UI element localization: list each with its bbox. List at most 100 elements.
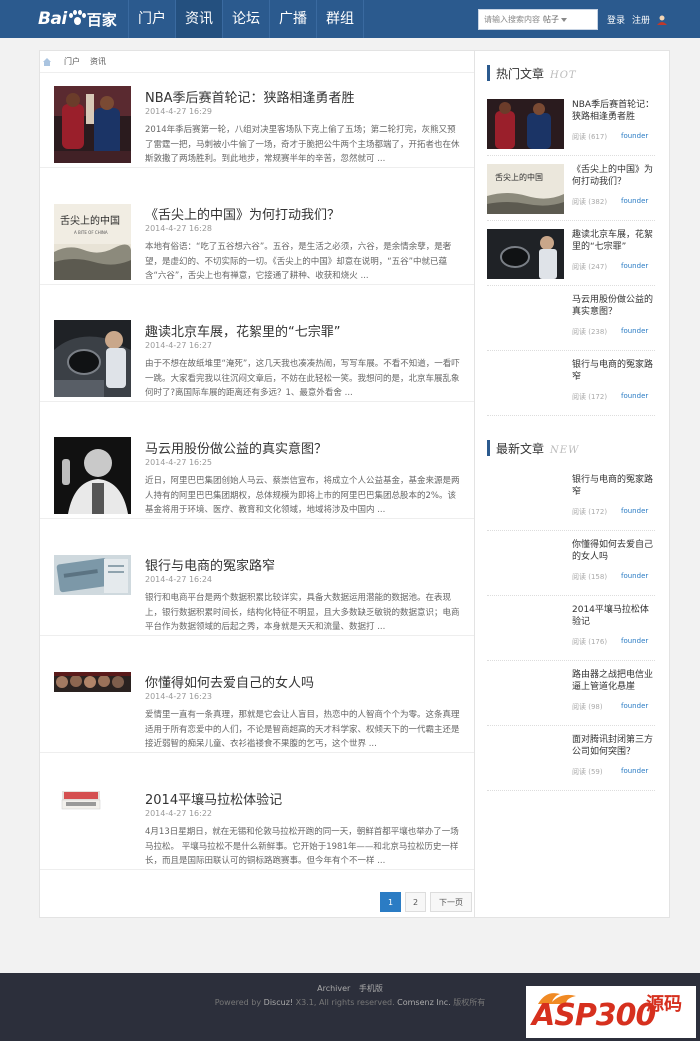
article-title[interactable]: 马云用股份做公益的真实意图？ [145, 438, 327, 457]
hot-article-title[interactable]: 银行与电商的冤家路窄 [572, 359, 656, 383]
rights-text: , All rights reserved. [313, 998, 395, 1007]
new-article-views: 阅读 (59) [572, 768, 603, 776]
new-article-title[interactable]: 银行与电商的冤家路窄 [572, 474, 656, 498]
new-article-author[interactable]: founder [621, 767, 648, 775]
article-thumbnail-nba[interactable] [54, 86, 131, 163]
user-icon[interactable] [657, 15, 668, 25]
hot-thumbnail-bite-of-china: 舌尖上的中国 [487, 164, 564, 214]
article-summary: 2014年季后赛第一轮，八组对决里客场队下克上偷了五场；第二轮打完，灰熊又预了雷… [145, 125, 460, 164]
article-summary: 由于不想在故纸堆里“淹死”，这几天我也凑凑热闹，写写车展。不看不知道，一看吓一跳… [145, 359, 460, 398]
new-articles-heading: 最新文章 NEW [487, 440, 579, 456]
next-page-button[interactable]: 下一页 [430, 892, 472, 912]
new-article-item[interactable]: 你懂得如何去爱自己的女人吗 阅读 (158) founder [487, 531, 655, 596]
main-nav: 门户 资讯 论坛 广播 群组 [128, 0, 364, 38]
search-input[interactable]: 请输入搜索内容 [479, 14, 543, 25]
new-article-views: 阅读 (172) [572, 508, 608, 516]
new-article-item[interactable]: 2014平壤马拉松体验记 阅读 (176) founder [487, 596, 655, 661]
new-article-views: 阅读 (176) [572, 638, 608, 646]
hot-article-author[interactable]: founder [621, 197, 648, 205]
logo-text-baijia: 百家 [86, 10, 117, 29]
hot-heading-cn: 热门文章 [496, 67, 545, 81]
article-title[interactable]: 你懂得如何去爱自己的女人吗 [145, 672, 314, 691]
new-article-author[interactable]: founder [621, 702, 648, 710]
archiver-link[interactable]: Archiver [317, 984, 350, 993]
hot-thumbnail-nba [487, 99, 564, 149]
hot-article-views: 阅读 (617) [572, 133, 608, 141]
hot-article-title[interactable]: 趣读北京车展，花絮里的“七宗罪” [572, 229, 656, 253]
new-article-views: 阅读 (158) [572, 573, 608, 581]
hot-article-item[interactable]: 趣读北京车展，花絮里的“七宗罪” 阅读 (247) founder [487, 221, 655, 286]
logo-text-bai: Bai [38, 9, 67, 29]
article-item: NBA季后赛首轮记：狭路相逢勇者胜 2014-4-27 16:29 2014年季… [40, 51, 474, 168]
article-title[interactable]: 2014平壤马拉松体验记 [145, 789, 282, 808]
new-heading-en: NEW [550, 445, 580, 456]
hot-article-item[interactable]: 银行与电商的冤家路窄 阅读 (172) founder [487, 351, 655, 416]
search-box: 请输入搜索内容 帖子 [478, 9, 598, 30]
mobile-link[interactable]: 手机版 [359, 984, 383, 993]
new-article-author[interactable]: founder [621, 637, 648, 645]
article-thumbnail-bank-card[interactable] [54, 555, 131, 595]
nav-item-news[interactable]: 资讯 [175, 0, 222, 38]
nav-item-forum[interactable]: 论坛 [222, 0, 269, 38]
new-article-title[interactable]: 路由器之战把电信业逼上管道化悬崖 [572, 669, 656, 693]
site-logo[interactable]: Bai 百家 [38, 8, 117, 30]
article-title[interactable]: 《舌尖上的中国》为何打动我们？ [145, 204, 340, 223]
hot-article-title[interactable]: 《舌尖上的中国》为何打动我们？ [572, 164, 656, 188]
article-title[interactable]: NBA季后赛首轮记：狭路相逢勇者胜 [145, 87, 355, 106]
pagination: 1 2 下一页 [380, 892, 472, 912]
hot-article-item[interactable]: 舌尖上的中国 《舌尖上的中国》为何打动我们？ 阅读 (382) founder [487, 156, 655, 221]
new-heading-cn: 最新文章 [496, 442, 545, 456]
article-thumbnail-jack-ma[interactable] [54, 437, 131, 514]
article-summary: 本地有俗语：“吃了五谷想六谷”。五谷，是生活之必须，六谷，是余情余孽，是奢望，是… [145, 242, 452, 281]
hot-article-author[interactable]: founder [621, 262, 648, 270]
hot-article-author[interactable]: founder [621, 327, 648, 335]
new-article-title[interactable]: 你懂得如何去爱自己的女人吗 [572, 539, 656, 563]
article-thumbnail-marathon-bib[interactable] [54, 789, 131, 813]
login-link[interactable]: 登录 [607, 13, 625, 26]
page-2-button[interactable]: 2 [405, 892, 426, 912]
hot-article-item[interactable]: NBA季后赛首轮记：狭路相逢勇者胜 阅读 (617) founder [487, 91, 655, 156]
article-item: 你懂得如何去爱自己的女人吗 2014-4-27 16:23 爱情里一直有一条真理… [40, 636, 474, 753]
nav-item-portal[interactable]: 门户 [128, 0, 175, 38]
hot-articles-heading: 热门文章 HOT [487, 65, 577, 81]
hot-article-author[interactable]: founder [621, 392, 648, 400]
new-article-item[interactable]: 路由器之战把电信业逼上管道化悬崖 阅读 (98) founder [487, 661, 655, 726]
powered-prefix: Powered by [214, 998, 262, 1007]
new-article-title[interactable]: 2014平壤马拉松体验记 [572, 604, 656, 628]
comsenz-link[interactable]: Comsenz Inc. [397, 998, 451, 1007]
article-thumbnail-auto-show[interactable] [54, 320, 131, 397]
new-article-views: 阅读 (98) [572, 703, 603, 711]
hot-article-author[interactable]: founder [621, 132, 648, 140]
new-article-item[interactable]: 银行与电商的冤家路窄 阅读 (172) founder [487, 466, 655, 531]
hot-article-item[interactable]: 马云用股份做公益的真实意图？ 阅读 (238) founder [487, 286, 655, 351]
svg-text:A BITE OF CHINA: A BITE OF CHINA [74, 230, 108, 235]
article-summary: 爱情里一直有一条真理，那就是它会让人盲目，热恋中的人智商个个为零。这条真理适用于… [145, 710, 460, 749]
article-thumbnail-bite-of-china[interactable]: 舌尖上的中国 A BITE OF CHINA [54, 204, 131, 280]
new-article-item[interactable]: 面对腾讯封闭第三方公司如何突围？ 阅读 (59) founder [487, 726, 655, 791]
hot-thumbnail-auto-show [487, 229, 564, 279]
hot-heading-en: HOT [550, 70, 577, 81]
article-item: 银行与电商的冤家路窄 2014-4-27 16:24 银行和电商平台是两个数据积… [40, 519, 474, 636]
new-article-author[interactable]: founder [621, 572, 648, 580]
hot-article-views: 阅读 (247) [572, 263, 608, 271]
page-1-button[interactable]: 1 [380, 892, 401, 912]
article-thumbnail-crowd[interactable] [54, 672, 131, 692]
article-date: 2014-4-27 16:22 [145, 809, 212, 818]
hot-article-title[interactable]: NBA季后赛首轮记：狭路相逢勇者胜 [572, 99, 656, 123]
top-navigation-bar: Bai 百家 门户 资讯 论坛 广播 群组 请输入搜索内容 帖子 登录 注册 [0, 0, 700, 38]
article-title[interactable]: 趣读北京车展，花絮里的“七宗罪” [145, 321, 340, 340]
article-date: 2014-4-27 16:27 [145, 341, 212, 350]
article-date: 2014-4-27 16:29 [145, 107, 212, 116]
version: X3.1 [295, 998, 314, 1007]
search-scope-select[interactable]: 帖子 [543, 14, 567, 25]
nav-item-broadcast[interactable]: 广播 [269, 0, 316, 38]
hot-article-title[interactable]: 马云用股份做公益的真实意图？ [572, 294, 656, 318]
hot-article-views: 阅读 (238) [572, 328, 608, 336]
discuz-link[interactable]: Discuz! [264, 998, 293, 1007]
nav-item-groups[interactable]: 群组 [316, 0, 364, 38]
hot-article-views: 阅读 (172) [572, 393, 608, 401]
article-title[interactable]: 银行与电商的冤家路窄 [145, 555, 275, 574]
new-article-title[interactable]: 面对腾讯封闭第三方公司如何突围？ [572, 734, 656, 758]
new-article-author[interactable]: founder [621, 507, 648, 515]
register-link[interactable]: 注册 [632, 13, 650, 26]
